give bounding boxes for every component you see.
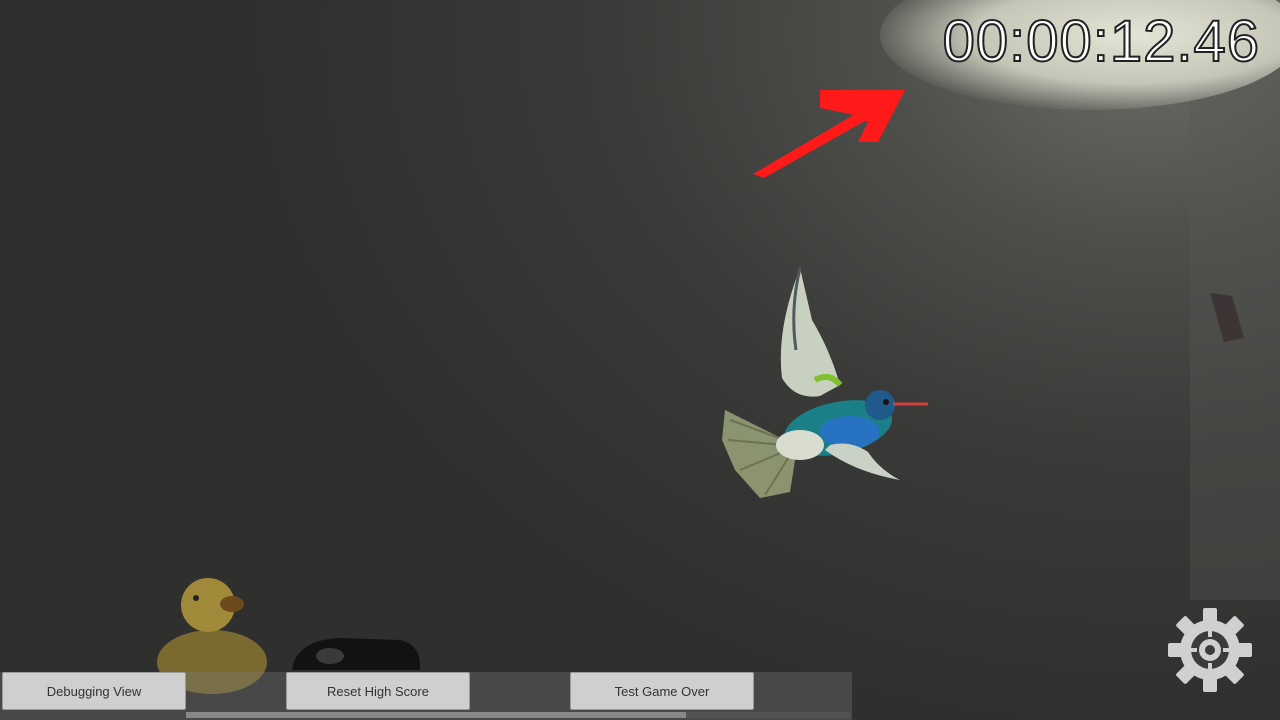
debug-scrollbar-thumb[interactable] (186, 712, 686, 718)
arrow-icon (753, 90, 905, 178)
dark-object (292, 638, 421, 670)
reset-high-score-button[interactable]: Reset High Score (286, 672, 470, 710)
test-game-over-button[interactable]: Test Game Over (570, 672, 754, 710)
hummingbird (722, 267, 928, 498)
debugging-view-button[interactable]: Debugging View (2, 672, 186, 710)
timer-display: 00:00:12.46 (942, 8, 1260, 75)
gear-icon[interactable] (1166, 606, 1254, 694)
